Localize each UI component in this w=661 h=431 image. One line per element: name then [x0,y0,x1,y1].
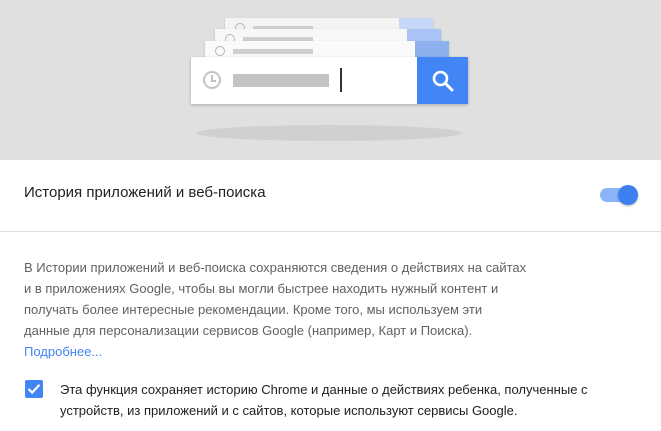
illustration-shadow [196,125,462,141]
activity-controls-page: История приложений и веб-поиска В Истори… [0,0,661,431]
placeholder-query-bar [233,74,329,87]
checkmark-icon [27,384,41,395]
chrome-option-label: Эта функция сохраняет историю Chrome и д… [60,379,650,421]
learn-more-link[interactable]: Подробнее... [24,341,102,362]
clock-icon [215,46,225,56]
search-button-shape [417,57,468,104]
chrome-option-line: устройств, из приложений и с сайтов, кот… [60,403,518,418]
clock-icon [203,71,221,89]
text-caret [340,68,342,92]
placeholder-bar [233,49,313,54]
setting-title: История приложений и веб-поиска [24,184,266,201]
illustration-searchbox [191,57,468,104]
description-line: данные для персонализации сервисов Googl… [24,323,473,338]
description-line: получать более интересные рекомендации. … [24,302,483,317]
description-line: В Истории приложений и веб-поиска сохран… [24,260,527,275]
include-chrome-history-checkbox[interactable] [25,380,43,398]
toggle-thumb [618,185,638,205]
history-illustration [0,0,661,160]
activity-toggle[interactable] [600,185,638,205]
setting-description: В Истории приложений и веб-поиска сохран… [24,257,624,362]
search-icon [432,70,454,92]
description-line: и в приложениях Google, чтобы вы могли б… [24,281,499,296]
activity-setting-row: История приложений и веб-поиска [0,160,661,232]
chrome-option-line: Эта функция сохраняет историю Chrome и д… [60,382,588,397]
